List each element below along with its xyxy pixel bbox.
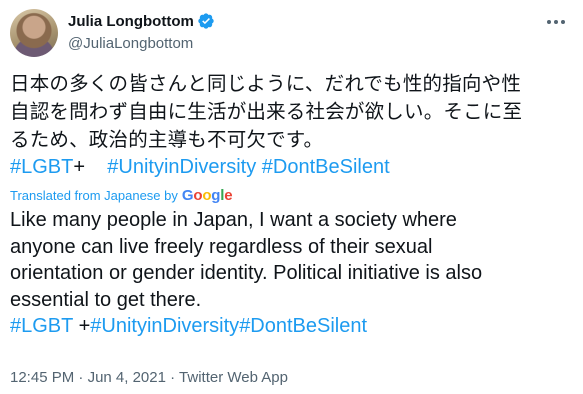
google-logo: Google — [181, 187, 233, 204]
translated-line: essential to get there. — [10, 288, 202, 311]
verified-badge-icon — [198, 13, 214, 29]
plus-sign: + — [78, 315, 91, 337]
original-hashtags: #LGBT+ #UnityinDiversity #DontBeSilent — [10, 154, 573, 181]
translated-line: Like many people in Japan, I want a soci… — [10, 209, 457, 231]
hashtag-dontbesilent[interactable]: #DontBeSilent — [239, 315, 367, 337]
display-name[interactable]: Julia Longbottom — [68, 13, 194, 30]
original-line: 自認を問わず自由に生活が出来る社会が欲しい。そこに至 — [10, 100, 523, 123]
author-names: Julia Longbottom @JuliaLongbottom — [68, 11, 215, 54]
hashtag-unityindiversity[interactable]: #UnityinDiversity — [107, 156, 256, 178]
hashtag-lgbt[interactable]: #LGBT — [10, 315, 73, 337]
translated-line: anyone can live freely regardless of the… — [10, 235, 433, 258]
meta-separator: · — [170, 369, 176, 386]
translation-attribution: Translated from Japanese by Google — [10, 187, 573, 204]
original-line: 日本の多くの皆さんと同じように、だれでも性的指向や性 — [10, 72, 522, 95]
meta-separator: · — [78, 369, 84, 386]
original-line: るため、政治的主導も不可欠です。 — [10, 128, 324, 151]
tweet-date[interactable]: Jun 4, 2021 — [88, 369, 166, 386]
translated-hashtags: #LGBT +#UnityinDiversity#DontBeSilent — [10, 313, 573, 340]
tweet-header: Julia Longbottom @JuliaLongbottom — [10, 9, 573, 57]
plus-sign: + — [73, 156, 86, 178]
hashtag-dontbesilent[interactable]: #DontBeSilent — [262, 156, 390, 178]
hashtag-unityindiversity[interactable]: #UnityinDiversity — [90, 315, 239, 337]
tweet-source[interactable]: Twitter Web App — [179, 369, 288, 386]
tweet-meta: 12:45 PM · Jun 4, 2021 · Twitter Web App — [10, 369, 288, 386]
avatar[interactable] — [10, 9, 58, 57]
hashtag-lgbt[interactable]: #LGBT — [10, 156, 73, 178]
translation-label[interactable]: Translated from Japanese by — [10, 188, 178, 203]
author-handle[interactable]: @JuliaLongbottom — [68, 34, 215, 54]
tweet-body: 日本の多くの皆さんと同じように、だれでも性的指向や性 自認を問わず自由に生活が出… — [10, 70, 573, 340]
more-options-icon[interactable] — [545, 13, 567, 31]
translated-line: orientation or gender identity. Politica… — [10, 262, 483, 284]
tweet-time[interactable]: 12:45 PM — [10, 369, 74, 386]
display-name-row: Julia Longbottom — [68, 11, 215, 31]
original-text: 日本の多くの皆さんと同じように、だれでも性的指向や性 自認を問わず自由に生活が出… — [10, 70, 573, 154]
translated-text: Like many people in Japan, I want a soci… — [10, 207, 573, 313]
